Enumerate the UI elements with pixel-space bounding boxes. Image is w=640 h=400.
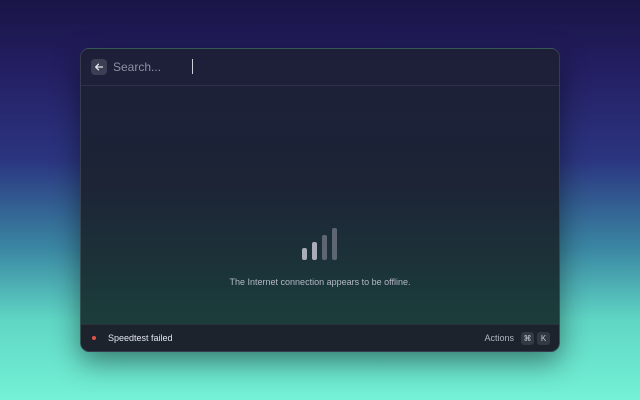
error-status-dot: [92, 336, 96, 340]
back-button[interactable]: [91, 59, 107, 75]
k-key-hint: K: [537, 331, 550, 345]
text-caret: [192, 59, 193, 74]
actions-button[interactable]: Actions: [484, 333, 514, 343]
search-input[interactable]: [113, 57, 559, 77]
status-text: Speedtest failed: [108, 333, 173, 343]
search-bar: [81, 49, 559, 86]
arrow-left-icon: [95, 63, 104, 71]
signal-bars-icon: [302, 228, 337, 260]
offline-message: The Internet connection appears to be of…: [229, 277, 411, 287]
launcher-window: The Internet connection appears to be of…: [80, 48, 560, 352]
main-content: The Internet connection appears to be of…: [81, 86, 559, 325]
command-key-icon: ⌘: [521, 331, 534, 345]
status-footer: Speedtest failed Actions ⌘ K: [81, 324, 559, 351]
